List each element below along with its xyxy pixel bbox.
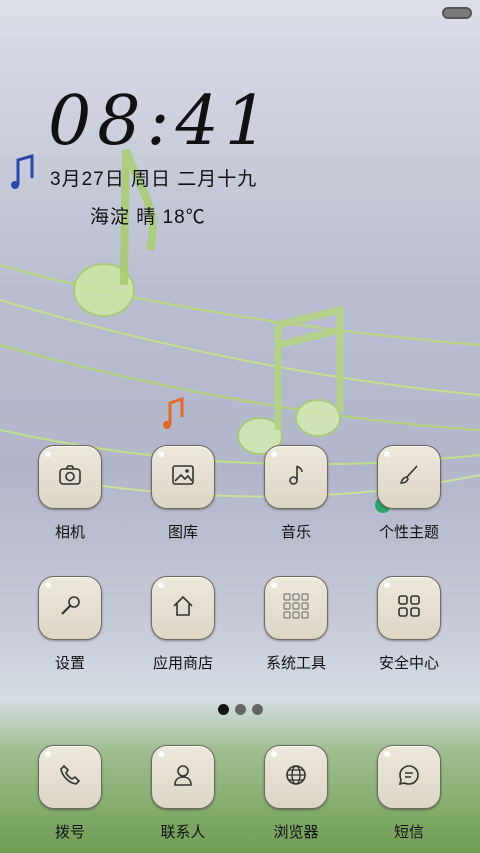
contact-icon[interactable] [151,745,215,809]
app-settings[interactable]: 设置 [20,576,120,676]
globe-icon[interactable] [264,745,328,809]
app-camera[interactable]: 相机 [20,445,120,545]
lockscreen-date: 3月27日 周日 二月十九 [50,169,258,190]
app-label: 短信 [393,824,424,841]
app-store[interactable]: 应用商店 [133,576,233,676]
app-row-1: 相机 图库 音乐 个性主题 [0,445,480,545]
app-music[interactable]: 音乐 [246,445,346,545]
app-label: 图库 [167,524,198,541]
app-messages[interactable]: 短信 [359,745,459,845]
app-dialer[interactable]: 拨号 [20,745,120,845]
page-indicator[interactable] [0,700,480,719]
page-dot-3[interactable] [251,704,263,715]
app-label: 个性主题 [378,524,439,541]
app-label: 应用商店 [152,655,213,672]
home-icon[interactable] [151,576,215,640]
page-dot-1[interactable] [217,704,229,715]
app-label: 安全中心 [378,655,439,672]
app-gallery[interactable]: 图库 [133,445,233,545]
grid-icon[interactable] [377,576,441,640]
phone-icon[interactable] [38,745,102,809]
app-label: 拨号 [54,824,85,841]
app-system-tools[interactable]: 系统工具 [246,576,346,676]
app-label: 设置 [54,655,85,672]
lockscreen-time: 08:41 [48,82,274,161]
app-row-2: 设置 应用商店 系统工具 安全中心 [0,576,480,676]
app-label: 音乐 [280,524,311,541]
music-note-icon[interactable] [264,445,328,509]
app-label: 系统工具 [265,655,326,672]
tools-folder-icon[interactable] [264,576,328,640]
app-label: 联系人 [160,824,206,841]
app-label: 浏览器 [273,824,319,841]
message-icon[interactable] [377,745,441,809]
app-contacts[interactable]: 联系人 [133,745,233,845]
camera-icon[interactable] [38,445,102,509]
app-themes[interactable]: 个性主题 [359,445,459,545]
app-label: 相机 [54,524,85,541]
app-security-center[interactable]: 安全中心 [359,576,459,676]
weather-widget[interactable]: 海淀 晴 18℃ [90,202,206,229]
battery-icon [442,7,472,19]
wrench-icon[interactable] [38,576,102,640]
dock: 拨号 联系人 浏览器 短信 [0,745,480,845]
page-dot-2[interactable] [234,704,246,715]
gallery-icon[interactable] [151,445,215,509]
paintbrush-icon[interactable] [377,445,441,509]
app-browser[interactable]: 浏览器 [246,745,346,845]
